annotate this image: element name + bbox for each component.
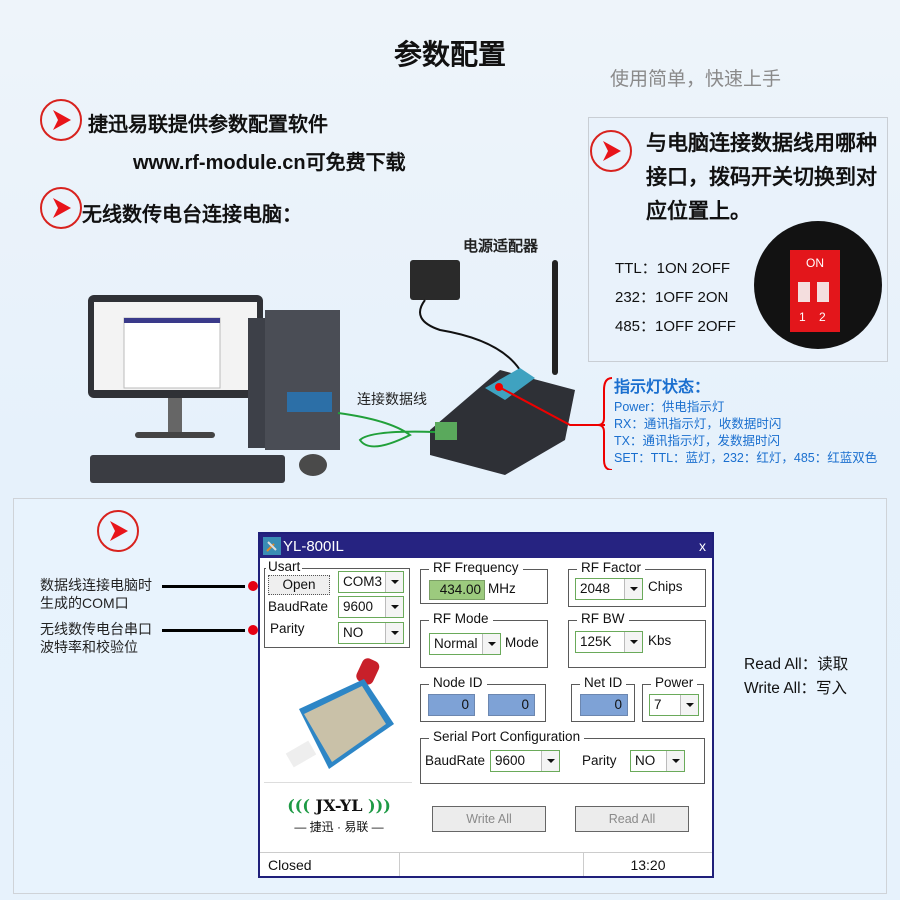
intro-software-text: 捷迅易联提供参数配置软件 xyxy=(88,114,328,136)
connect-pc-text: 无线数传电台连接电脑： xyxy=(82,204,302,226)
chevron-down-icon xyxy=(541,751,559,771)
dip-switch-1 xyxy=(798,282,810,302)
dip-mode-ttl: TTL：1ON 2OFF xyxy=(615,260,731,277)
chevron-down-icon xyxy=(624,632,642,652)
status-middle xyxy=(400,853,584,876)
callout-baud-parity: 无线数传电台串口 波特率和校验位 xyxy=(40,621,152,655)
chevron-down-icon xyxy=(385,597,403,617)
close-button[interactable]: x xyxy=(699,538,706,554)
rf-factor-select[interactable]: 2048 xyxy=(575,578,643,600)
callout-line xyxy=(162,629,245,632)
chevron-down-icon xyxy=(482,634,500,654)
indicator-power: Power：供电指示灯 xyxy=(614,400,725,414)
power-adapter-image xyxy=(410,260,521,371)
rf-frequency-input[interactable]: 434.00 xyxy=(429,580,485,600)
dip-switch-2 xyxy=(817,282,829,302)
status-connection: Closed xyxy=(260,853,400,876)
dip-mode-232: 232：1OFF 2ON xyxy=(615,289,729,306)
node-id-input-2[interactable]: 0 xyxy=(488,694,535,716)
indicator-rx: RX：通讯指示灯，收数据时闪 xyxy=(614,417,782,431)
red-arrow-icon xyxy=(590,130,632,172)
usart-baudrate-select[interactable]: 9600 xyxy=(338,596,404,618)
dip-instruction: 与电脑连接数据线用哪种 接口，拨码开关切换到对 应位置上。 xyxy=(646,132,877,223)
window-titlebar[interactable]: YL-800IL x xyxy=(260,534,712,558)
open-port-button[interactable]: Open xyxy=(268,575,330,595)
status-bar: Closed 13:20 xyxy=(260,852,712,876)
callout-line xyxy=(162,585,245,588)
download-url-text: www.rf-module.cn可免费下载 xyxy=(133,152,406,174)
app-window: YL-800IL x Usart Open COM3 BaudRate 9600… xyxy=(258,532,714,878)
antenna-image xyxy=(552,260,558,375)
logo-brand: ((( JX-YL ))) xyxy=(287,796,391,815)
note-write-all: Write All：写入 xyxy=(744,680,848,697)
chevron-down-icon xyxy=(624,579,642,599)
logo-cn: — 捷迅 · 易联 — xyxy=(294,820,384,834)
callout-dot xyxy=(248,581,258,591)
status-time: 13:20 xyxy=(630,856,666,873)
indicator-pointer-line xyxy=(495,377,613,470)
read-all-button[interactable]: Read All xyxy=(575,806,689,832)
window-title: YL-800IL xyxy=(283,537,344,555)
chevron-down-icon xyxy=(385,623,403,643)
serial-baudrate-select[interactable]: 9600 xyxy=(490,750,560,772)
mouse-image xyxy=(299,454,327,476)
indicator-set: SET：TTL：蓝灯，232：红灯，485：红蓝双色 xyxy=(614,451,878,465)
indicator-tx: TX：通讯指示灯，发数据时闪 xyxy=(614,434,780,448)
chevron-down-icon xyxy=(385,572,403,592)
write-all-button[interactable]: Write All xyxy=(432,806,546,832)
pc-tower-image xyxy=(248,310,340,450)
rf-mode-select[interactable]: Normal xyxy=(429,633,501,655)
callout-dot xyxy=(248,625,258,635)
red-arrow-icon xyxy=(97,510,139,552)
indicator-status: 指示灯状态： Power：供电指示灯 RX：通讯指示灯，收数据时闪 TX：通讯指… xyxy=(614,379,878,465)
chevron-down-icon xyxy=(666,751,684,771)
com-port-select[interactable]: COM3 xyxy=(338,571,404,593)
divider xyxy=(264,782,412,783)
notes: Read All：读取 Write All：写入 xyxy=(744,653,848,701)
wrench-icon xyxy=(263,537,281,555)
data-cable-label: 连接数据线 xyxy=(357,391,427,407)
callout-com-port: 数据线连接电脑时 生成的COM口 xyxy=(40,577,152,611)
keyboard-image xyxy=(90,455,285,483)
data-cable-image xyxy=(337,412,436,448)
chevron-down-icon xyxy=(680,695,698,715)
jxyl-logo: ((( JX-YL ))) — 捷迅 · 易联 — xyxy=(268,796,410,835)
page-subtitle: 使用简单，快速上手 xyxy=(610,69,782,90)
rf-module-image xyxy=(285,658,394,769)
red-arrow-icon xyxy=(40,99,82,141)
note-read-all: Read All：读取 xyxy=(744,656,849,673)
serial-parity-select[interactable]: NO xyxy=(630,750,685,772)
dip-mode-485: 485：1OFF 2OFF xyxy=(615,318,736,335)
rf-bw-select[interactable]: 125K xyxy=(575,631,643,653)
dip-switch-body: ON 1 2 xyxy=(790,250,840,332)
usart-parity-select[interactable]: NO xyxy=(338,622,404,644)
net-id-input[interactable]: 0 xyxy=(580,694,628,716)
node-id-input-1[interactable]: 0 xyxy=(428,694,475,716)
red-arrow-icon xyxy=(40,187,82,229)
monitor-image xyxy=(88,295,263,438)
power-select[interactable]: 7 xyxy=(649,694,699,716)
